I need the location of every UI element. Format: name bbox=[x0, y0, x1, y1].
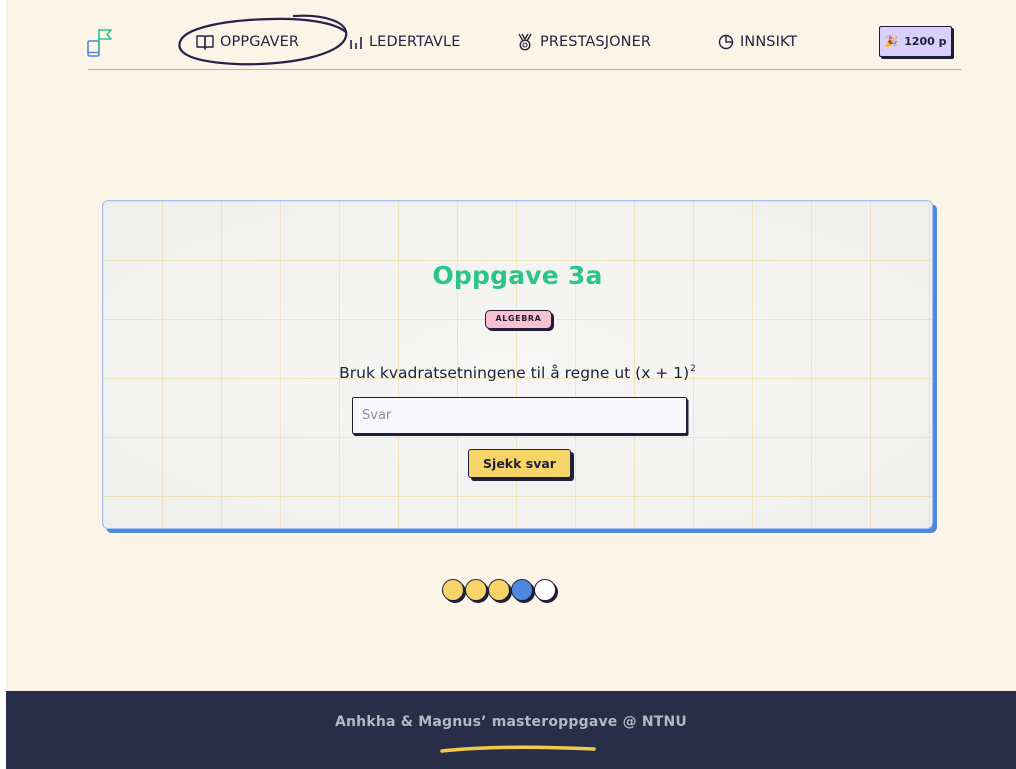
task-card: Oppgave 3a ALGEBRA Bruk kvadratsetningen… bbox=[102, 200, 933, 529]
answer-input[interactable] bbox=[352, 397, 687, 434]
check-answer-button[interactable]: Sjekk svar bbox=[468, 449, 571, 478]
nav-label-innsikt: INNSIKT bbox=[740, 34, 798, 50]
task-progress-dots bbox=[442, 579, 556, 605]
progress-dot-5[interactable] bbox=[534, 579, 556, 601]
progress-dot-1[interactable] bbox=[442, 579, 464, 601]
progress-dot-2[interactable] bbox=[465, 579, 487, 601]
top-nav: OPPGAVER LEDERTAVLE PRESTASJONER INNSIKT… bbox=[6, 0, 1016, 72]
book-flag-logo-icon[interactable] bbox=[87, 27, 115, 59]
nav-item-oppgaver[interactable]: OPPGAVER bbox=[196, 31, 299, 53]
footer-credit: Anhkha & Magnus’ masteroppgave @ NTNU bbox=[334, 714, 688, 730]
pie-chart-icon bbox=[718, 34, 734, 50]
party-popper-icon: 🎉 bbox=[884, 35, 899, 48]
nav-label-oppgaver: OPPGAVER bbox=[220, 34, 300, 50]
task-title: Oppgave 3a bbox=[432, 261, 603, 290]
nav-label-prestasjoner: PRESTASJONER bbox=[540, 34, 652, 50]
nav-item-prestasjoner[interactable]: PRESTASJONER bbox=[516, 31, 651, 53]
nav-item-ledertavle[interactable]: LEDERTAVLE bbox=[349, 31, 460, 53]
footer: Anhkha & Magnus’ masteroppgave @ NTNU bbox=[6, 691, 1016, 769]
bar-chart-icon bbox=[350, 37, 362, 49]
points-badge[interactable]: 🎉 1200 p bbox=[879, 26, 952, 57]
progress-dot-4[interactable] bbox=[511, 579, 533, 601]
task-question: Bruk kvadratsetningene til å regne ut (x… bbox=[103, 364, 932, 382]
question-exponent: 2 bbox=[690, 364, 696, 374]
footer-underline-scribble bbox=[440, 745, 596, 753]
app-frame: OPPGAVER LEDERTAVLE PRESTASJONER INNSIKT… bbox=[6, 0, 1016, 769]
progress-dot-3[interactable] bbox=[488, 579, 510, 601]
medal-icon bbox=[518, 33, 532, 51]
book-open-icon bbox=[196, 35, 214, 50]
topic-tag: ALGEBRA bbox=[485, 310, 552, 329]
nav-label-ledertavle: LEDERTAVLE bbox=[369, 34, 461, 50]
question-text: Bruk kvadratsetningene til å regne ut (x… bbox=[339, 364, 690, 382]
nav-item-innsikt[interactable]: INNSIKT bbox=[718, 31, 797, 53]
points-label: 1200 p bbox=[904, 35, 947, 48]
nav-divider bbox=[88, 69, 961, 70]
